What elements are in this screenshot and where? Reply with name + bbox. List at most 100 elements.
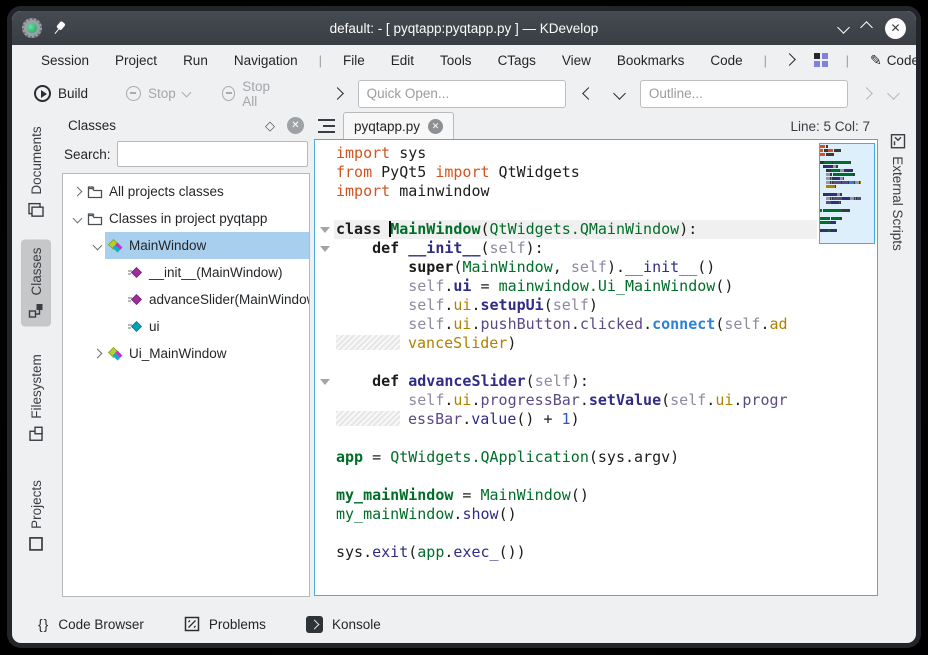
window-grid-icon[interactable] (814, 53, 828, 67)
code-text-area[interactable]: import sysfrom PyQt5 import QtWidgetsimp… (334, 140, 817, 595)
code-line (334, 429, 817, 448)
editor-frame: import sysfrom PyQt5 import QtWidgetsimp… (314, 139, 878, 596)
tree-guide (109, 319, 125, 335)
tree-item-all-projects-classes[interactable]: All projects classes (63, 178, 309, 205)
code-line: import mainwindow (334, 182, 817, 201)
tree-item-label: ui (149, 319, 160, 334)
window-title: default: - [ pyqtapp:pyqtapp.py ] — KDev… (202, 21, 726, 36)
toolview-button-problems[interactable]: Problems (184, 616, 266, 632)
maximize-button[interactable] (862, 19, 871, 37)
menubar: SessionProjectRunNavigation | FileEditTo… (12, 45, 916, 75)
dock-tab-projects[interactable]: Projects (16, 467, 56, 564)
fold-arrow-icon[interactable] (320, 246, 330, 252)
panel-close-icon[interactable]: ✕ (287, 117, 304, 134)
code-line: self.ui.setupUi(self) (334, 296, 817, 315)
menu-view[interactable]: View (549, 49, 604, 72)
stop-all-icon (222, 86, 235, 101)
tree-item--init-mainwindow-[interactable]: __init__(MainWindow) (63, 259, 309, 286)
expander-expanded-icon[interactable] (69, 211, 85, 227)
main-toolbar: Build Stop Stop All (12, 75, 916, 112)
documents-icon (28, 202, 44, 218)
field-icon (127, 319, 143, 335)
close-button[interactable]: ✕ (885, 18, 906, 39)
tree-item-label: advanceSlider(MainWindow) (149, 292, 310, 307)
tree-item-mainwindow[interactable]: MainWindow (63, 232, 309, 259)
titlebar[interactable]: default: - [ pyqtapp:pyqtapp.py ] — KDev… (12, 11, 916, 45)
menu-overflow-button[interactable] (775, 51, 804, 69)
dock-tab-external-scripts[interactable]: External Scripts (878, 116, 916, 268)
dock-tab-label: Filesystem (29, 354, 44, 419)
menu-code-quick[interactable]: ✎ Code (857, 48, 916, 73)
menu-ctags[interactable]: CTags (485, 49, 549, 72)
toolview-button-konsole[interactable]: Konsole (306, 616, 381, 633)
line-wrap-indicator (336, 335, 400, 350)
code-line: vanceSlider) (334, 334, 817, 353)
menu-separator: | (756, 53, 775, 68)
fold-margin[interactable] (315, 140, 334, 595)
detach-icon[interactable]: ◇ (265, 118, 275, 134)
fold-arrow-icon[interactable] (320, 379, 330, 385)
menu-file[interactable]: File (330, 49, 378, 72)
code-line: app = QtWidgets.QApplication(sys.argv) (334, 448, 817, 467)
menu-group-left: SessionProjectRunNavigation (28, 49, 311, 72)
minimap[interactable] (817, 140, 877, 595)
menu-edit[interactable]: Edit (378, 49, 427, 72)
fold-arrow-icon[interactable] (320, 227, 330, 233)
tree-item-ui[interactable]: ui (63, 313, 309, 340)
toolbar-expander[interactable] (325, 85, 350, 103)
toolview-button-label: Konsole (332, 617, 381, 632)
minimize-button[interactable] (839, 19, 848, 37)
dock-tab-filesystem[interactable]: Filesystem (16, 342, 56, 453)
dock-tab-classes[interactable]: Classes (16, 238, 56, 328)
dock-tab-documents[interactable]: Documents (16, 120, 56, 224)
editor-tabbar: pyqtapp.py ✕ Line: 5 Col: 7 (314, 112, 878, 139)
tree-item-ui-mainwindow[interactable]: Ui_MainWindow (63, 340, 309, 367)
expander-expanded-icon[interactable] (89, 238, 105, 254)
menu-session[interactable]: Session (28, 49, 102, 72)
tree-item-label: __init__(MainWindow) (149, 265, 283, 280)
build-button[interactable]: Build (26, 81, 96, 106)
code-line (334, 467, 817, 486)
tree-item-advanceslider-mainwindow-[interactable]: advanceSlider(MainWindow) (63, 286, 309, 313)
code-line: self.ui.progressBar.setValue(self.ui.pro… (334, 391, 817, 410)
build-icon (34, 85, 51, 102)
menu-run[interactable]: Run (170, 49, 221, 72)
tab-close-icon[interactable]: ✕ (428, 119, 443, 134)
toolview-button-code-browser[interactable]: {}Code Browser (38, 616, 144, 632)
left-dock-strip: Documents Classes Filesystem Projects (12, 112, 60, 605)
dock-tab-label: Projects (29, 480, 44, 529)
stop-icon (126, 86, 141, 101)
outline-dropdown-button[interactable] (607, 85, 632, 103)
outline-prev-button[interactable] (574, 85, 599, 103)
expander-collapsed-icon[interactable] (89, 346, 105, 362)
class-icon (107, 238, 123, 254)
stop-all-button[interactable]: Stop All (214, 75, 291, 113)
editor-tab-pyqtapp[interactable]: pyqtapp.py ✕ (343, 112, 454, 139)
outline-input[interactable] (640, 80, 848, 108)
toolview-button-label: Problems (209, 617, 266, 632)
menu-bookmarks[interactable]: Bookmarks (604, 49, 698, 72)
document-list-icon[interactable] (318, 119, 335, 133)
quick-open-input[interactable] (358, 80, 566, 108)
class-tree: All projects classesClasses in project p… (62, 173, 310, 597)
outline-more-button[interactable] (885, 85, 902, 103)
expander-collapsed-icon[interactable] (69, 184, 85, 200)
pin-icon[interactable] (49, 18, 69, 38)
classes-search-input[interactable] (117, 141, 308, 167)
stop-button[interactable]: Stop (118, 82, 198, 105)
tree-item-classes-in-project-pyqtapp[interactable]: Classes in project pyqtapp (63, 205, 309, 232)
minimap-line (820, 229, 874, 233)
right-dock-strip: External Scripts (880, 112, 916, 605)
menu-tools[interactable]: Tools (427, 49, 485, 72)
menu-project[interactable]: Project (102, 49, 170, 72)
menu-code[interactable]: Code (697, 49, 755, 72)
code-line (334, 524, 817, 543)
code-line: def advanceSlider(self): (334, 372, 817, 391)
outline-next-button[interactable] (856, 85, 877, 103)
main-area: Documents Classes Filesystem Projects Class… (12, 112, 916, 605)
pencil-icon: ✎ (870, 52, 882, 69)
method-icon (127, 292, 143, 308)
menu-navigation[interactable]: Navigation (221, 49, 311, 72)
classes-panel-title: Classes (68, 118, 265, 133)
line-col-indicator: Line: 5 Col: 7 (790, 119, 878, 139)
